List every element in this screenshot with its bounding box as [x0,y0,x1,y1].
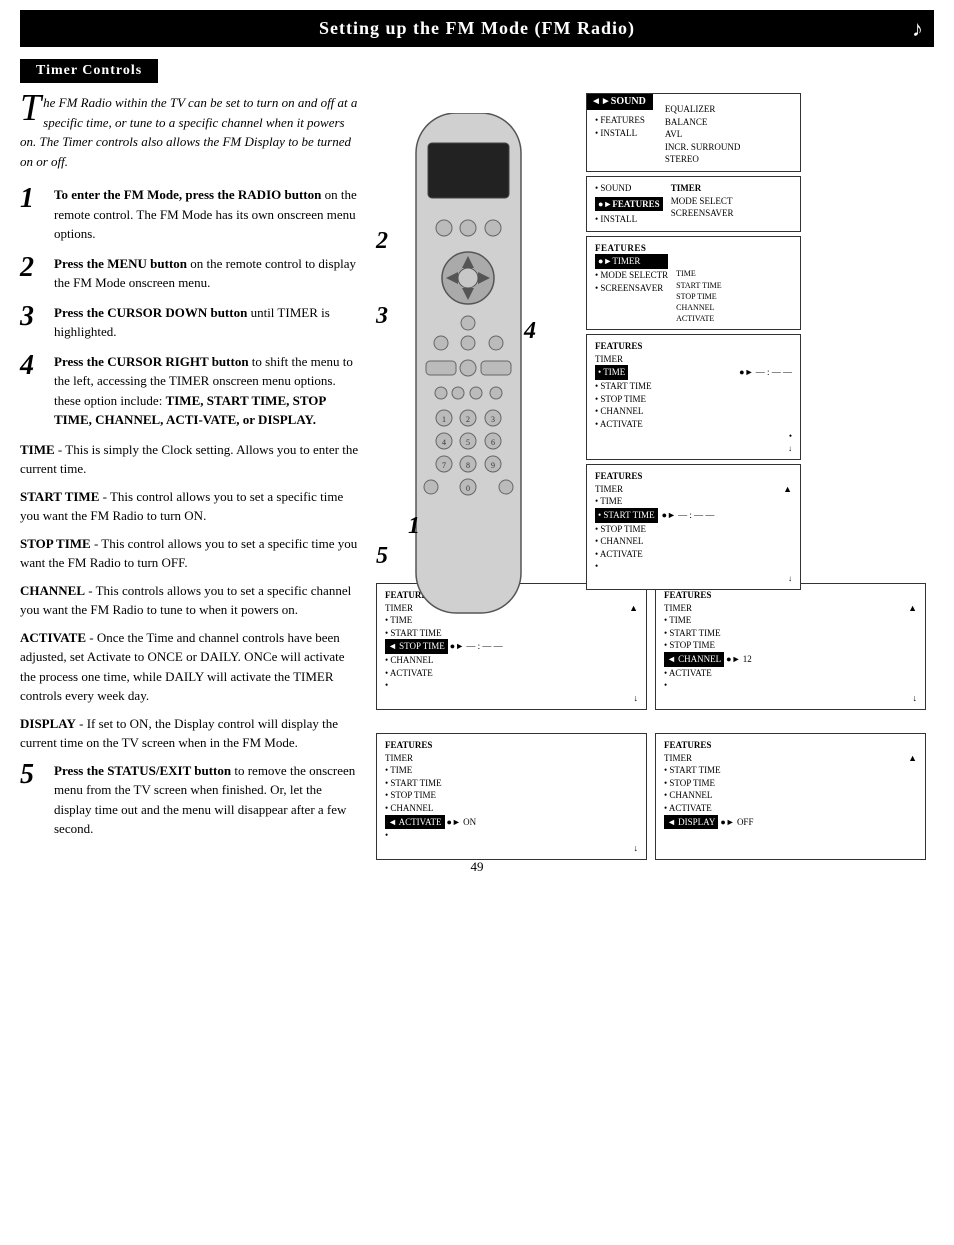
svg-text:1: 1 [442,415,446,424]
svg-text:7: 7 [442,461,446,470]
step-label-3: 3 [376,303,388,330]
page-header: Setting up the FM Mode (FM Radio) ♪ [20,10,934,47]
left-column: T he FM Radio within the TV can be set t… [20,93,360,839]
timer-menu-box-1: FEATURES ●►TIMER • MODE SELECTR • SCREEN… [586,236,801,331]
svg-text:9: 9 [491,461,495,470]
def-channel: CHANNEL - This controls allows you to se… [20,581,360,620]
timer-menu-activate-box: FEATURES TIMER • TIME • START TIME • STO… [376,733,647,860]
right-menu-boxes: ◄►SOUND • FEATURES • INSTALL EQUALIZER B… [586,93,801,590]
intro-paragraph: T he FM Radio within the TV can be set t… [20,93,360,171]
def-activate: ACTIVATE - Once the Time and channel con… [20,628,360,706]
svg-text:2: 2 [466,415,470,424]
intro-text: he FM Radio within the TV can be set to … [20,95,357,169]
step-4-text: Press the CURSOR RIGHT button to shift t… [54,352,360,430]
step-4-number: 4 [20,352,48,380]
step-3-number: 3 [20,303,48,331]
drop-cap: T [20,93,41,123]
timer-menu-time-box: FEATURES TIMER • TIME ●► — : — — • START… [586,334,801,460]
timer-menu-starttime-box: FEATURES TIMER▲ • TIME • START TIME ●► —… [586,464,801,590]
def-stoptime: STOP TIME - This control allows you to s… [20,534,360,573]
step-1-text: To enter the FM Mode, press the RADIO bu… [54,185,360,244]
step-1: 1 To enter the FM Mode, press the RADIO … [20,185,360,244]
step-3-text: Press the CURSOR DOWN button until TIMER… [54,303,360,342]
features-menu-box: • SOUND ●►FEATURES • INSTALL TIMER MODE … [586,176,801,232]
step-5-text: Press the STATUS/EXIT button to remove t… [54,761,360,839]
svg-text:4: 4 [442,438,446,447]
step-1-number: 1 [20,185,48,213]
timer-menu-channel-box: FEATURES TIMER▲ • TIME • START TIME • ST… [655,583,926,710]
def-time: TIME - This is simply the Clock setting.… [20,440,360,479]
step-3: 3 Press the CURSOR DOWN button until TIM… [20,303,360,342]
right-column: 1 2 3 4 5 6 7 8 9 0 2 3 4 1 [376,93,934,839]
music-icon: ♪ [912,16,924,42]
def-display: DISPLAY - If set to ON, the Display cont… [20,714,360,753]
svg-text:6: 6 [491,438,495,447]
step-label-2: 2 [376,228,388,255]
main-content: T he FM Radio within the TV can be set t… [0,93,954,839]
page-wrapper: Setting up the FM Mode (FM Radio) ♪ Time… [0,10,954,885]
page-number: 49 [0,859,954,885]
svg-text:8: 8 [466,461,470,470]
step-2-number: 2 [20,254,48,282]
step-4: 4 Press the CURSOR RIGHT button to shift… [20,352,360,430]
sound-menu-box: ◄►SOUND • FEATURES • INSTALL EQUALIZER B… [586,93,801,172]
step-label-5: 5 [376,543,388,570]
step-label-1: 1 [408,513,420,540]
step-5: 5 Press the STATUS/EXIT button to remove… [20,761,360,839]
svg-text:3: 3 [491,415,495,424]
svg-text:5: 5 [466,438,470,447]
remote-control-svg: 1 2 3 4 5 6 7 8 9 0 [386,113,551,673]
def-starttime: START TIME - This control allows you to … [20,487,360,526]
section-title: Timer Controls [20,59,158,83]
page-title: Setting up the FM Mode (FM Radio) [319,18,635,39]
timer-menu-display-box: FEATURES TIMER▲ • START TIME • STOP TIME… [655,733,926,860]
step-2: 2 Press the MENU button on the remote co… [20,254,360,293]
step-2-text: Press the MENU button on the remote cont… [54,254,360,293]
svg-text:0: 0 [466,484,470,493]
step-5-number: 5 [20,761,48,789]
bottom-menu-row-2: FEATURES TIMER • TIME • START TIME • STO… [376,733,926,860]
step-label-4: 4 [524,318,536,345]
